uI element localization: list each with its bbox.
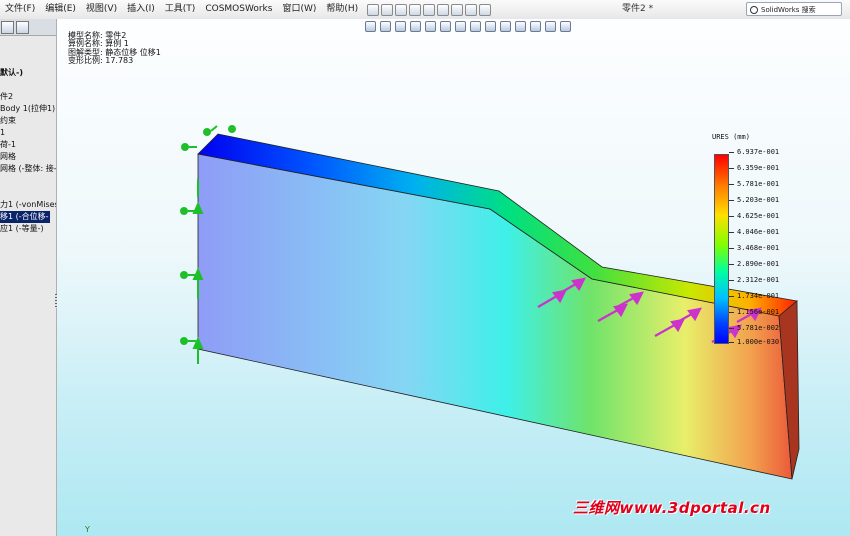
tree-item-part[interactable]: 件2 (0, 91, 56, 103)
legend-tick: 4.625e-001 (728, 212, 780, 220)
tab-feature-tree-icon[interactable] (1, 20, 14, 34)
legend-tick: 6.359e-001 (728, 164, 780, 172)
menu-view[interactable]: 视图(V) (81, 0, 122, 19)
menu-cosmosworks[interactable]: COSMOSWorks (200, 0, 277, 19)
menu-bar: 文件(F) 编辑(E) 视图(V) 插入(I) 工具(T) COSMOSWork… (0, 0, 850, 20)
standard-toolbar (367, 3, 492, 16)
menu-insert[interactable]: 插入(I) (122, 0, 160, 19)
tree-item-load[interactable]: 荷-1 (0, 139, 56, 151)
feature-manager-panel: 默认-) 件2 Body 1(拉伸1) 约束 1 荷-1 网格 网格 (-整体:… (0, 19, 57, 536)
menu-help[interactable]: 帮助(H) (321, 0, 363, 19)
open-folder-icon[interactable] (395, 3, 408, 16)
legend-tick: 6.937e-001 (728, 148, 780, 156)
legend-title: URES (mm) (712, 133, 750, 141)
legend-tick: 2.312e-001 (728, 276, 780, 284)
document-title: 零件2 * (622, 4, 654, 14)
legend-tick: 1.734e-001 (728, 292, 780, 300)
pin-icon[interactable] (367, 3, 380, 16)
tree-item-stress[interactable]: 力1 (-vonMises- (0, 199, 56, 211)
legend-tick: 1.156e-001 (728, 308, 780, 316)
legend-tick: 5.781e-002 (728, 324, 780, 332)
panel-tabs (0, 19, 56, 36)
legend-tick: 5.203e-001 (728, 196, 780, 204)
tree-item-fixtures[interactable]: 约束 (0, 115, 56, 127)
tree-item-strain[interactable]: 应1 (-等量-) (0, 223, 56, 235)
study-tree: 默认-) 件2 Body 1(拉伸1) 约束 1 荷-1 网格 网格 (-整体:… (0, 67, 56, 235)
rebuild-icon[interactable] (465, 3, 478, 16)
menu-edit[interactable]: 编辑(E) (40, 0, 81, 19)
new-document-icon[interactable] (381, 3, 394, 16)
menu-window[interactable]: 窗口(W) (277, 0, 321, 19)
menu-file[interactable]: 文件(F) (0, 0, 40, 19)
legend-tick: 1.000e-030 (728, 338, 780, 346)
tree-item-displacement[interactable]: 移1 (-合位移- (0, 211, 50, 223)
legend-tick: 2.890e-001 (728, 260, 780, 268)
legend-tick: 3.468e-001 (728, 244, 780, 252)
save-icon[interactable] (409, 3, 422, 16)
axis-triad-label: Y (85, 525, 90, 534)
legend-color-bar (714, 154, 729, 344)
undo-icon[interactable] (437, 3, 450, 16)
legend-tick: 4.046e-001 (728, 228, 780, 236)
graphics-viewport[interactable]: 模型名称: 零件2 算例名称: 算例 1 图解类型: 静态位移 位移1 变形比例… (57, 19, 850, 536)
search-input[interactable]: SolidWorks 搜索 (746, 2, 842, 16)
menu-tools[interactable]: 工具(T) (160, 0, 201, 19)
search-icon (750, 6, 758, 14)
tree-item-body[interactable]: Body 1(拉伸1) (0, 103, 56, 115)
select-pointer-icon[interactable] (451, 3, 464, 16)
search-label: SolidWorks 搜索 (761, 6, 816, 14)
tab-cosmos-icon[interactable] (16, 20, 29, 34)
fea-model[interactable] (57, 19, 850, 536)
legend-tick: 5.781e-001 (728, 180, 780, 188)
print-icon[interactable] (423, 3, 436, 16)
options-icon[interactable] (479, 3, 492, 16)
tree-item-mesh[interactable]: 网格 (0, 151, 56, 163)
watermark: 三维网www.3dportal.cn (573, 499, 771, 517)
tree-item-fixture-1[interactable]: 1 (0, 127, 56, 139)
tree-item-mesh-detail[interactable]: 网格 (-整体: 接- (0, 163, 56, 175)
tree-item-config[interactable]: 默认-) (0, 67, 56, 79)
